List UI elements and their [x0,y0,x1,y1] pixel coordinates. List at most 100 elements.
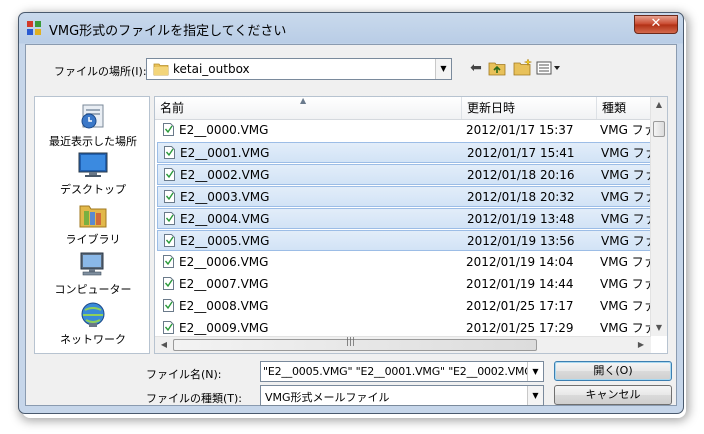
place-label: ライブラリ [65,233,121,246]
place-computer[interactable]: コンピューター [35,251,151,297]
place-libraries[interactable]: ライブラリ [35,201,151,247]
back-arrow-icon[interactable]: ⬅ [466,59,486,77]
vertical-scroll-thumb[interactable] [653,121,665,137]
file-name: E2__0002.VMG [180,168,270,182]
file-type: VMG ファイル [601,234,651,248]
column-header-modified[interactable]: 更新日時 [462,97,597,119]
vmg-file-icon [163,277,174,290]
filetype-label: ファイルの種類(T): [146,392,243,405]
chevron-down-icon[interactable]: ▼ [527,362,543,381]
chevron-down-icon[interactable]: ▼ [527,386,543,405]
horizontal-scroll-thumb[interactable]: ||| [173,337,537,351]
network-icon [81,302,105,327]
filetype-combo[interactable]: VMG形式メールファイル ▼ [260,385,544,406]
location-combo[interactable]: ketai_outbox ▼ [146,58,452,80]
file-modified: 2012/01/19 13:48 [467,212,575,226]
folder-icon [153,63,169,76]
cancel-button[interactable]: キャンセル [554,385,672,405]
file-type: VMG ファイル [600,277,650,291]
vmg-file-icon [163,321,174,334]
sort-ascending-icon: ▲ [300,97,307,105]
file-modified: 2012/01/19 14:04 [466,255,574,269]
file-modified: 2012/01/19 13:56 [467,234,575,248]
place-desktop[interactable]: デスクトップ [35,151,151,197]
vmg-file-icon [164,146,175,159]
list-header: 名前 ▲ 更新日時 種類 [155,97,651,120]
new-folder-icon[interactable] [513,58,533,76]
window-title: VMG形式のファイルを指定してください [49,24,287,39]
file-modified: 2012/01/18 20:16 [467,168,575,182]
file-name: E2__0006.VMG [179,255,269,269]
file-open-dialog: VMG形式のファイルを指定してください ✕ ファイルの場所(I): ketai_… [18,12,684,414]
file-list[interactable]: 名前 ▲ 更新日時 種類 E2__0000.VMG 2012/01/17 15:3… [154,96,668,354]
table-row[interactable]: E2__0005.VMG 2012/01/19 13:56 VMG ファイル [157,230,651,251]
view-menu-icon[interactable] [536,61,562,75]
scroll-up-icon[interactable]: ▲ [651,97,667,113]
file-type: VMG ファイル [600,123,650,137]
recent-places-icon [81,104,104,129]
table-row[interactable]: E2__0001.VMG 2012/01/17 15:41 VMG ファイル [157,142,651,163]
libraries-icon [79,205,107,228]
file-type: VMG ファイル [601,146,651,160]
file-name: E2__0003.VMG [180,190,270,204]
place-recent[interactable]: 最近表示した場所 [35,101,151,149]
file-name: E2__0004.VMG [180,212,270,226]
column-header-name[interactable]: 名前 ▲ [155,97,462,119]
file-type: VMG ファイル [600,255,650,269]
table-row[interactable]: E2__0006.VMG 2012/01/19 14:04 VMG ファイル [157,252,651,273]
vmg-file-icon [164,190,175,203]
place-label: コンピューター [54,283,132,296]
file-name: E2__0005.VMG [180,234,270,248]
place-label: デスクトップ [60,183,126,196]
file-modified: 2012/01/19 14:44 [466,277,574,291]
vmg-file-icon [164,168,175,181]
file-name: E2__0007.VMG [179,277,269,291]
grip-icon: ||| [346,337,356,347]
column-header-type[interactable]: 種類 [597,97,651,119]
file-name: E2__0001.VMG [180,146,270,160]
scroll-right-icon[interactable]: ▶ [633,337,649,353]
file-name: E2__0000.VMG [179,123,269,137]
horizontal-scrollbar[interactable]: ◀ ||| ▶ [155,336,651,353]
file-modified: 2012/01/17 15:37 [466,123,574,137]
chevron-down-icon[interactable]: ▼ [435,59,451,79]
column-label: 種類 [602,101,627,115]
vmg-file-icon [163,255,174,268]
file-type: VMG ファイル [601,168,651,182]
file-modified: 2012/01/17 15:41 [467,146,575,160]
vertical-scrollbar[interactable]: ▲ ▼ [650,97,667,336]
up-folder-icon[interactable] [488,60,506,76]
place-label: 最近表示した場所 [49,135,137,148]
vmg-file-icon [163,299,174,312]
desktop-icon [78,152,108,177]
close-button[interactable]: ✕ [634,15,678,34]
table-row[interactable]: E2__0002.VMG 2012/01/18 20:16 VMG ファイル [157,164,651,185]
close-icon: ✕ [650,16,662,31]
table-row[interactable]: E2__0007.VMG 2012/01/19 14:44 VMG ファイル [157,274,651,295]
computer-icon [80,252,104,276]
scroll-down-icon[interactable]: ▼ [651,320,667,336]
column-label: 更新日時 [467,101,516,115]
table-row[interactable]: E2__0004.VMG 2012/01/19 13:48 VMG ファイル [157,208,651,229]
dialog-body: ファイルの場所(I): ketai_outbox ▼ ⬅ 最近表示した場所 デス… [25,44,677,406]
open-button[interactable]: 開く(O) [554,361,672,381]
file-type: VMG ファイル [600,299,650,313]
file-type: VMG ファイル [601,212,651,226]
file-name: E2__0008.VMG [179,299,269,313]
place-network[interactable]: ネットワーク [35,301,151,347]
filename-combo[interactable]: "E2__0005.VMG" "E2__0001.VMG" "E2__0002.… [260,361,544,382]
filetype-value: VMG形式メールファイル [265,391,390,404]
file-type: VMG ファイル [601,190,651,204]
column-label: 名前 [160,101,185,115]
scroll-left-icon[interactable]: ◀ [156,337,172,353]
table-row[interactable]: E2__0000.VMG 2012/01/17 15:37 VMG ファイル [157,120,651,141]
table-row[interactable]: E2__0003.VMG 2012/01/18 20:32 VMG ファイル [157,186,651,207]
table-row[interactable]: E2__0008.VMG 2012/01/25 17:17 VMG ファイル [157,296,651,317]
place-label: ネットワーク [60,333,126,346]
places-bar: 最近表示した場所 デスクトップ ライブラリ コンピューター ネットワーク [34,96,150,354]
location-label: ファイルの場所(I): [54,65,147,78]
filename-input[interactable]: "E2__0005.VMG" "E2__0001.VMG" "E2__0002.… [263,365,543,378]
vmg-file-icon [163,123,174,136]
title-bar[interactable]: VMG形式のファイルを指定してください ✕ [19,13,683,43]
filename-label: ファイル名(N): [146,368,222,381]
